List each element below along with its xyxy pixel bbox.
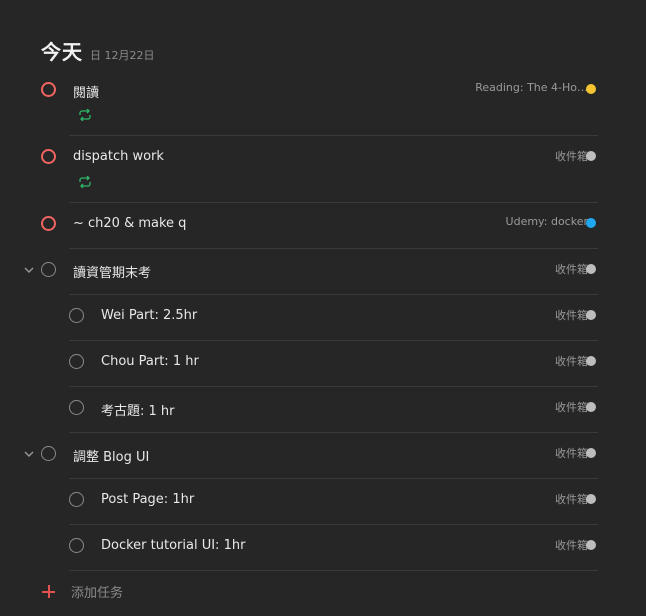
task-checkbox[interactable] (69, 354, 84, 369)
divider (69, 248, 598, 249)
task-project: 收件箱 (555, 447, 588, 460)
subtask-item[interactable]: 考古題: 1 hr 收件箱 (0, 396, 646, 433)
divider (69, 478, 598, 479)
task-project: 收件箱 (555, 355, 588, 368)
subtask-item[interactable]: Chou Part: 1 hr 收件箱 (0, 350, 646, 387)
task-checkbox[interactable] (69, 400, 84, 415)
task-title[interactable]: ~ ch20 & make q (73, 216, 186, 231)
task-title[interactable]: 考古題: 1 hr (101, 400, 175, 419)
page-header: 今天 日 12月22日 (41, 36, 155, 65)
task-title[interactable]: Post Page: 1hr (101, 492, 194, 507)
task-project: Reading: The 4-Ho… (475, 81, 588, 94)
chevron-down-icon[interactable] (23, 448, 35, 460)
task-checkbox[interactable] (41, 216, 56, 231)
task-item[interactable]: ~ ch20 & make q Udemy: docker (0, 212, 646, 249)
divider (69, 135, 598, 136)
divider (69, 524, 598, 525)
project-color-dot (586, 540, 596, 550)
task-checkbox[interactable] (41, 149, 56, 164)
task-project: 收件箱 (555, 263, 588, 276)
task-item[interactable]: dispatch work 收件箱 (0, 145, 646, 203)
project-color-dot (586, 151, 596, 161)
task-project: 收件箱 (555, 150, 588, 163)
task-item-parent[interactable]: 讀資管期末考 收件箱 (0, 258, 646, 295)
task-item-parent[interactable]: 調整 Blog UI 收件箱 (0, 442, 646, 479)
project-color-dot (586, 310, 596, 320)
divider (69, 432, 598, 433)
repeat-icon (79, 176, 91, 188)
project-color-dot (586, 402, 596, 412)
task-project: 收件箱 (555, 309, 588, 322)
task-project: 收件箱 (555, 539, 588, 552)
task-project: 收件箱 (555, 401, 588, 414)
subtask-item[interactable]: Post Page: 1hr 收件箱 (0, 488, 646, 525)
project-color-dot (586, 264, 596, 274)
task-title[interactable]: dispatch work (73, 149, 164, 164)
project-color-dot (586, 218, 596, 228)
task-title[interactable]: Docker tutorial UI: 1hr (101, 538, 245, 553)
subtask-item[interactable]: Docker tutorial UI: 1hr 收件箱 (0, 534, 646, 571)
task-checkbox[interactable] (41, 262, 56, 277)
task-checkbox[interactable] (69, 538, 84, 553)
page-date: 日 12月22日 (90, 49, 155, 62)
divider (69, 570, 598, 571)
task-title[interactable]: 讀資管期末考 (73, 262, 151, 281)
task-checkbox[interactable] (41, 82, 56, 97)
divider (69, 340, 598, 341)
project-color-dot (586, 356, 596, 366)
task-checkbox[interactable] (69, 492, 84, 507)
task-checkbox[interactable] (41, 446, 56, 461)
page-title: 今天 (41, 40, 83, 64)
task-item[interactable]: 閱讀 Reading: The 4-Ho… (0, 78, 646, 136)
task-project: 收件箱 (555, 493, 588, 506)
divider (69, 386, 598, 387)
chevron-down-icon[interactable] (23, 264, 35, 276)
repeat-icon (79, 109, 91, 121)
project-color-dot (586, 494, 596, 504)
task-checkbox[interactable] (69, 308, 84, 323)
project-color-dot (586, 84, 596, 94)
plus-icon (41, 584, 56, 599)
add-task-label: 添加任务 (71, 586, 124, 601)
add-task-button[interactable]: 添加任务 (41, 582, 123, 601)
project-color-dot (586, 448, 596, 458)
task-title[interactable]: Chou Part: 1 hr (101, 354, 199, 369)
task-title[interactable]: 調整 Blog UI (73, 446, 149, 465)
task-project: Udemy: docker (505, 215, 588, 228)
subtask-item[interactable]: Wei Part: 2.5hr 收件箱 (0, 304, 646, 341)
task-title[interactable]: Wei Part: 2.5hr (101, 308, 197, 323)
divider (69, 294, 598, 295)
divider (69, 202, 598, 203)
task-title[interactable]: 閱讀 (73, 82, 99, 101)
